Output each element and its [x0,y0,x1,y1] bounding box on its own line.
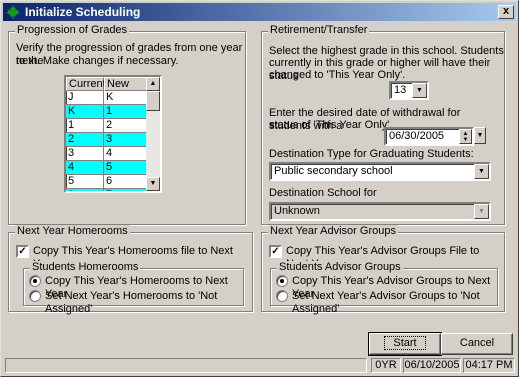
scroll-thumb[interactable] [146,91,160,111]
table-row[interactable]: 3 4 [66,147,148,161]
retirement-group-title: Retirement/Transfer [268,24,370,36]
new-grade-cell[interactable]: K [104,91,148,105]
scroll-down-icon[interactable]: ▼ [146,177,160,191]
chevron-down-icon[interactable]: ▼ [474,127,486,144]
current-grade-cell[interactable]: 4 [66,161,104,175]
status-date-panel: 06/10/2005 [403,358,461,373]
column-header-new[interactable]: New [104,77,148,91]
advisor-group-title: Next Year Advisor Groups [268,225,398,237]
dest-school-select[interactable]: Unknown ▼ [269,202,491,221]
current-grade-cell[interactable]: 3 [66,147,104,161]
start-button[interactable]: Start [368,332,442,356]
current-grade-cell[interactable]: 1 [66,119,104,133]
progression-group: Progression of Grades Verify the progres… [8,24,246,225]
current-grade-cell[interactable]: 2 [66,133,104,147]
current-grade-cell[interactable]: K [66,105,104,119]
new-grade-cell[interactable]: 7 [104,189,148,191]
highest-grade-text-line3: changed to 'This Year Only'. [269,69,406,81]
unassign-advisor-option[interactable]: Set Next Year's Advisor Groups to 'Not A… [292,290,497,316]
status-year-panel: 0YR [371,358,401,373]
window-title: Initialize Scheduling [25,5,141,19]
table-row[interactable]: 4 5 [66,161,148,175]
close-button[interactable]: x [498,5,514,19]
close-icon: x [502,5,510,17]
progression-group-title: Progression of Grades [15,24,130,36]
status-time-panel: 04:17 PM [463,358,515,373]
withdrawal-date-text-line2: status of 'This Year Only'. [269,119,393,131]
maple-leaf-icon [6,5,20,19]
copy-homerooms-checkbox[interactable]: ✓ [16,245,29,258]
copy-homerooms-radio[interactable] [29,275,41,287]
copy-advisor-radio[interactable] [276,275,288,287]
title-bar[interactable]: Initialize Scheduling x [3,3,516,21]
chevron-down-icon[interactable]: ▼ [474,204,489,219]
withdrawal-date-value: 06/30/2005 [389,130,445,142]
table-row[interactable]: 5 6 [66,175,148,189]
grades-table-scrollbar[interactable]: ▲ ▼ [146,77,160,191]
dest-type-value: Public secondary school [274,165,393,177]
chevron-down-icon[interactable]: ▼ [412,83,427,98]
new-grade-cell[interactable]: 4 [104,147,148,161]
table-row[interactable]: 6 7 [66,189,148,191]
initialize-scheduling-window: Initialize Scheduling x Progression of G… [0,0,519,377]
current-grade-cell[interactable]: 5 [66,175,104,189]
start-button-label: Start [384,336,426,350]
advisor-group: Next Year Advisor Groups ✓ Copy This Yea… [261,225,505,315]
cancel-button[interactable]: Cancel [441,333,513,355]
new-grade-cell[interactable]: 2 [104,119,148,133]
students-advisor-group: Students Advisor Groups Copy This Year's… [270,261,498,315]
unassign-homerooms-radio[interactable] [29,290,41,302]
new-grade-cell[interactable]: 1 [104,105,148,119]
table-row[interactable]: J K [66,91,148,105]
new-grade-cell[interactable]: 5 [104,161,148,175]
withdrawal-date-input[interactable]: 06/30/2005 ▲ ▼ [384,127,474,146]
highest-grade-value: 13 [394,84,407,96]
date-spinner[interactable]: ▲ ▼ [459,129,472,144]
table-row[interactable]: 2 3 [66,133,148,147]
chevron-down-icon[interactable]: ▼ [474,164,489,179]
table-row[interactable]: 1 2 [66,119,148,133]
homerooms-group-title: Next Year Homerooms [15,225,130,237]
copy-advisor-checkbox[interactable]: ✓ [269,245,282,258]
unassign-homerooms-option[interactable]: Set Next Year's Homerooms to 'Not Assign… [45,290,243,316]
retirement-group: Retirement/Transfer Select the highest g… [261,24,505,225]
students-homerooms-title: Students Homerooms [30,261,141,273]
students-homerooms-group: Students Homerooms Copy This Year's Home… [23,261,244,315]
current-grade-cell[interactable]: J [66,91,104,105]
column-header-current[interactable]: Current [66,77,106,91]
cancel-button-label: Cancel [459,337,495,349]
progression-instructions-line2: next. Make changes if necessary. [16,55,179,67]
dest-type-label: Destination Type for Graduating Students… [269,148,474,160]
status-message-panel [5,358,367,373]
grades-table-header: Current New [66,77,148,91]
new-grade-cell[interactable]: 3 [104,133,148,147]
dest-school-label: Destination School for [269,187,377,199]
highest-grade-select[interactable]: 13 ▼ [389,81,429,100]
grades-table[interactable]: Current New J K K 1 1 2 2 3 3 4 4 5 5 6 … [64,75,162,193]
dest-school-value: Unknown [274,205,320,217]
unassign-advisor-radio[interactable] [276,290,288,302]
dest-type-select[interactable]: Public secondary school ▼ [269,162,491,181]
current-grade-cell[interactable]: 6 [66,189,104,191]
homerooms-group: Next Year Homerooms ✓ Copy This Year's H… [8,225,253,315]
date-dropdown-button[interactable]: ▼ [474,127,486,146]
new-grade-cell[interactable]: 6 [104,175,148,189]
scroll-up-icon[interactable]: ▲ [146,77,160,91]
table-row[interactable]: K 1 [66,105,148,119]
students-advisor-title: Students Advisor Groups [277,261,403,273]
